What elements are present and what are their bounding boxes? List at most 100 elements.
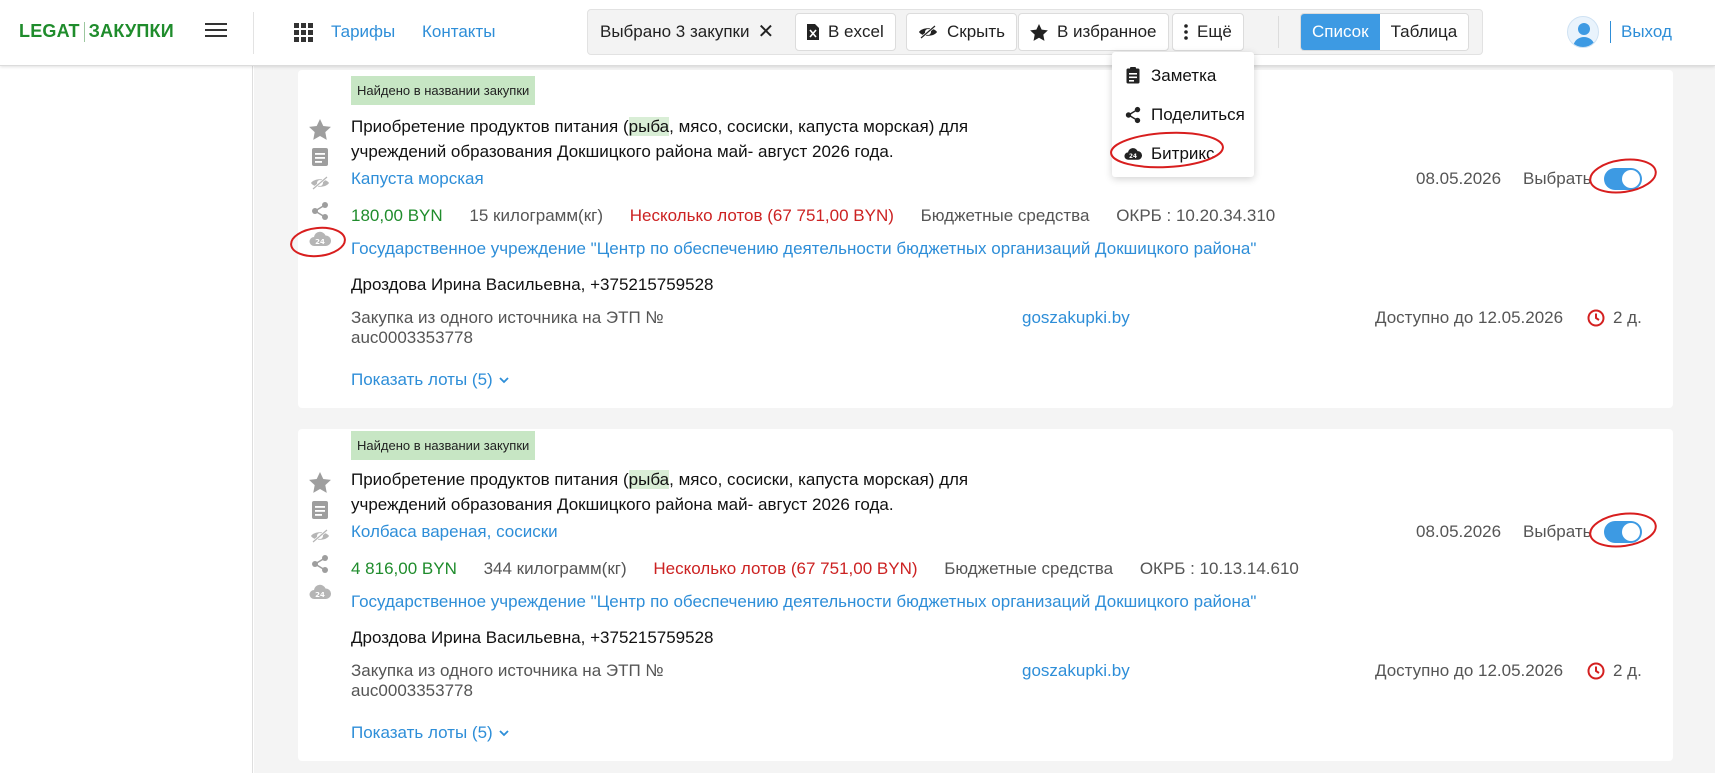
- svg-text:24: 24: [315, 238, 325, 246]
- purchase-meta: 4 816,00 BYN 344 килограмм(кг) Несколько…: [351, 559, 1321, 579]
- select-toggle[interactable]: [1604, 521, 1642, 543]
- purchase-title[interactable]: Приобретение продуктов питания (рыба, мя…: [351, 114, 991, 164]
- excel-file-icon: [807, 24, 819, 40]
- match-badge: Найдено в названии закупки: [351, 431, 536, 460]
- view-mode-switch: Список Таблица: [1300, 13, 1470, 51]
- note-icon[interactable]: [307, 497, 333, 523]
- lots-summary: Несколько лотов (67 751,00 BYN): [653, 559, 918, 578]
- okrb-code: ОКРБ : 10.13.14.610: [1139, 559, 1299, 578]
- procurement-source: Закупка из одного источника на ЭТП № auc…: [351, 308, 664, 347]
- title-part: Приобретение продуктов питания (: [351, 470, 629, 489]
- export-excel-button[interactable]: В excel: [795, 13, 896, 51]
- publish-date: 08.05.2026: [1416, 522, 1502, 541]
- menu-item-note[interactable]: Заметка: [1112, 56, 1254, 95]
- bitrix24-icon[interactable]: 24: [307, 579, 333, 605]
- organization-link[interactable]: Государственное учреждение "Центр по обе…: [351, 592, 1256, 612]
- menu-item-label: Битрикс: [1151, 143, 1215, 163]
- toolbar-divider: [1278, 16, 1279, 48]
- match-badge: Найдено в названии закупки: [351, 76, 536, 105]
- chevron-down-icon: [499, 729, 509, 737]
- available-until: Доступно до 12.05.2026: [1375, 308, 1564, 327]
- title-part: Приобретение продуктов питания (: [351, 117, 629, 136]
- menu-item-label: Заметка: [1151, 65, 1217, 85]
- price: 180,00 BYN: [351, 206, 443, 225]
- star-icon[interactable]: [307, 469, 333, 495]
- export-excel-label: В excel: [828, 22, 884, 41]
- logout-divider: [1610, 21, 1611, 43]
- purchase-meta: 180,00 BYN 15 килограмм(кг) Несколько ло…: [351, 206, 1297, 226]
- nav-contacts[interactable]: Контакты: [422, 22, 495, 42]
- select-toggle[interactable]: [1604, 168, 1642, 190]
- sidebar: [0, 66, 253, 773]
- favorites-label: В избранное: [1057, 22, 1157, 41]
- top-header: LEGAT ЗАКУПКИ Тарифы Контакты Выбрано 3 …: [0, 0, 1715, 66]
- show-lots-link[interactable]: Показать лоты (5): [351, 723, 509, 743]
- view-list-button[interactable]: Список: [1301, 14, 1380, 50]
- share-icon: [1124, 106, 1142, 124]
- funding-source: Бюджетные средства: [920, 206, 1090, 225]
- more-label: Ещё: [1197, 22, 1232, 41]
- clock-icon: [1587, 662, 1605, 680]
- logo-left: LEGAT: [19, 21, 80, 41]
- source-site-link[interactable]: goszakupki.by: [1022, 661, 1130, 681]
- lot-subject-link[interactable]: Колбаса вареная, сосиски: [351, 522, 558, 542]
- days-left: 2 д.: [1613, 308, 1642, 327]
- bitrix24-icon[interactable]: 24: [307, 226, 333, 252]
- star-icon: [1030, 23, 1048, 41]
- share-icon[interactable]: [307, 198, 333, 224]
- lot-subject-link[interactable]: Капуста морская: [351, 169, 484, 189]
- funding-source: Бюджетные средства: [944, 559, 1114, 578]
- contact-person: Дроздова Ирина Васильевна, +375215759528: [351, 628, 714, 647]
- purchase-title[interactable]: Приобретение продуктов питания (рыба, мя…: [351, 467, 991, 517]
- svg-text:24: 24: [315, 591, 325, 599]
- show-lots-link[interactable]: Показать лоты (5): [351, 370, 509, 390]
- star-icon[interactable]: [307, 116, 333, 142]
- price: 4 816,00 BYN: [351, 559, 457, 578]
- more-dropdown-menu: Заметка Поделиться 24 Битрикс: [1112, 52, 1254, 177]
- selection-toolbar: Выбрано 3 закупки ✕ В excel Скрыть В изб…: [587, 9, 1483, 55]
- quantity: 344 килограмм(кг): [483, 559, 627, 578]
- logout-link[interactable]: Выход: [1621, 22, 1672, 42]
- procurement-source: Закупка из одного источника на ЭТП № auc…: [351, 661, 664, 700]
- selection-label: Выбрано 3 закупки: [600, 22, 750, 41]
- source-site-link[interactable]: goszakupki.by: [1022, 308, 1130, 328]
- organization-link[interactable]: Государственное учреждение "Центр по обе…: [351, 239, 1256, 259]
- quantity: 15 килограмм(кг): [469, 206, 603, 225]
- logo-right: ЗАКУПКИ: [88, 21, 174, 41]
- selection-summary: Выбрано 3 закупки ✕: [600, 22, 774, 42]
- logo-separator: [83, 21, 85, 42]
- search-highlight: рыба: [628, 117, 670, 136]
- add-to-favorites-button[interactable]: В избранное: [1018, 13, 1169, 51]
- nav-tariffs[interactable]: Тарифы: [331, 22, 395, 42]
- share-icon[interactable]: [307, 551, 333, 577]
- eye-slash-icon[interactable]: [307, 523, 333, 549]
- publish-date: 08.05.2026: [1416, 169, 1502, 188]
- note-icon: [1124, 67, 1142, 84]
- note-icon[interactable]: [307, 144, 333, 170]
- menu-item-share[interactable]: Поделиться: [1112, 95, 1254, 134]
- more-button[interactable]: Ещё: [1172, 13, 1244, 51]
- logo[interactable]: LEGAT ЗАКУПКИ: [19, 21, 174, 42]
- vertical-dots-icon: [1184, 24, 1188, 40]
- menu-item-label: Поделиться: [1151, 104, 1245, 124]
- hide-button[interactable]: Скрыть: [906, 13, 1018, 51]
- show-lots-label: Показать лоты (5): [351, 723, 493, 742]
- divider: [253, 12, 254, 54]
- hide-label: Скрыть: [947, 22, 1006, 41]
- purchase-card: Найдено в названии закупки 24 Приобретен…: [298, 70, 1673, 408]
- search-highlight: рыба: [628, 470, 670, 489]
- apps-grid-icon[interactable]: [294, 23, 313, 42]
- okrb-code: ОКРБ : 10.20.34.310: [1116, 206, 1276, 225]
- menu-item-bitrix[interactable]: 24 Битрикс: [1112, 134, 1254, 173]
- available-until: Доступно до 12.05.2026: [1375, 661, 1564, 680]
- eye-slash-icon[interactable]: [307, 170, 333, 196]
- clear-selection-icon[interactable]: ✕: [757, 22, 774, 42]
- menu-icon[interactable]: [205, 23, 227, 39]
- select-label: Выбрать: [1523, 522, 1592, 541]
- view-table-button[interactable]: Таблица: [1379, 14, 1469, 50]
- days-left: 2 д.: [1613, 661, 1642, 680]
- purchase-card: Найдено в названии закупки 24 Приобретен…: [298, 429, 1673, 761]
- clock-icon: [1587, 309, 1605, 327]
- eye-slash-icon: [918, 25, 938, 39]
- user-avatar-icon[interactable]: [1567, 16, 1599, 48]
